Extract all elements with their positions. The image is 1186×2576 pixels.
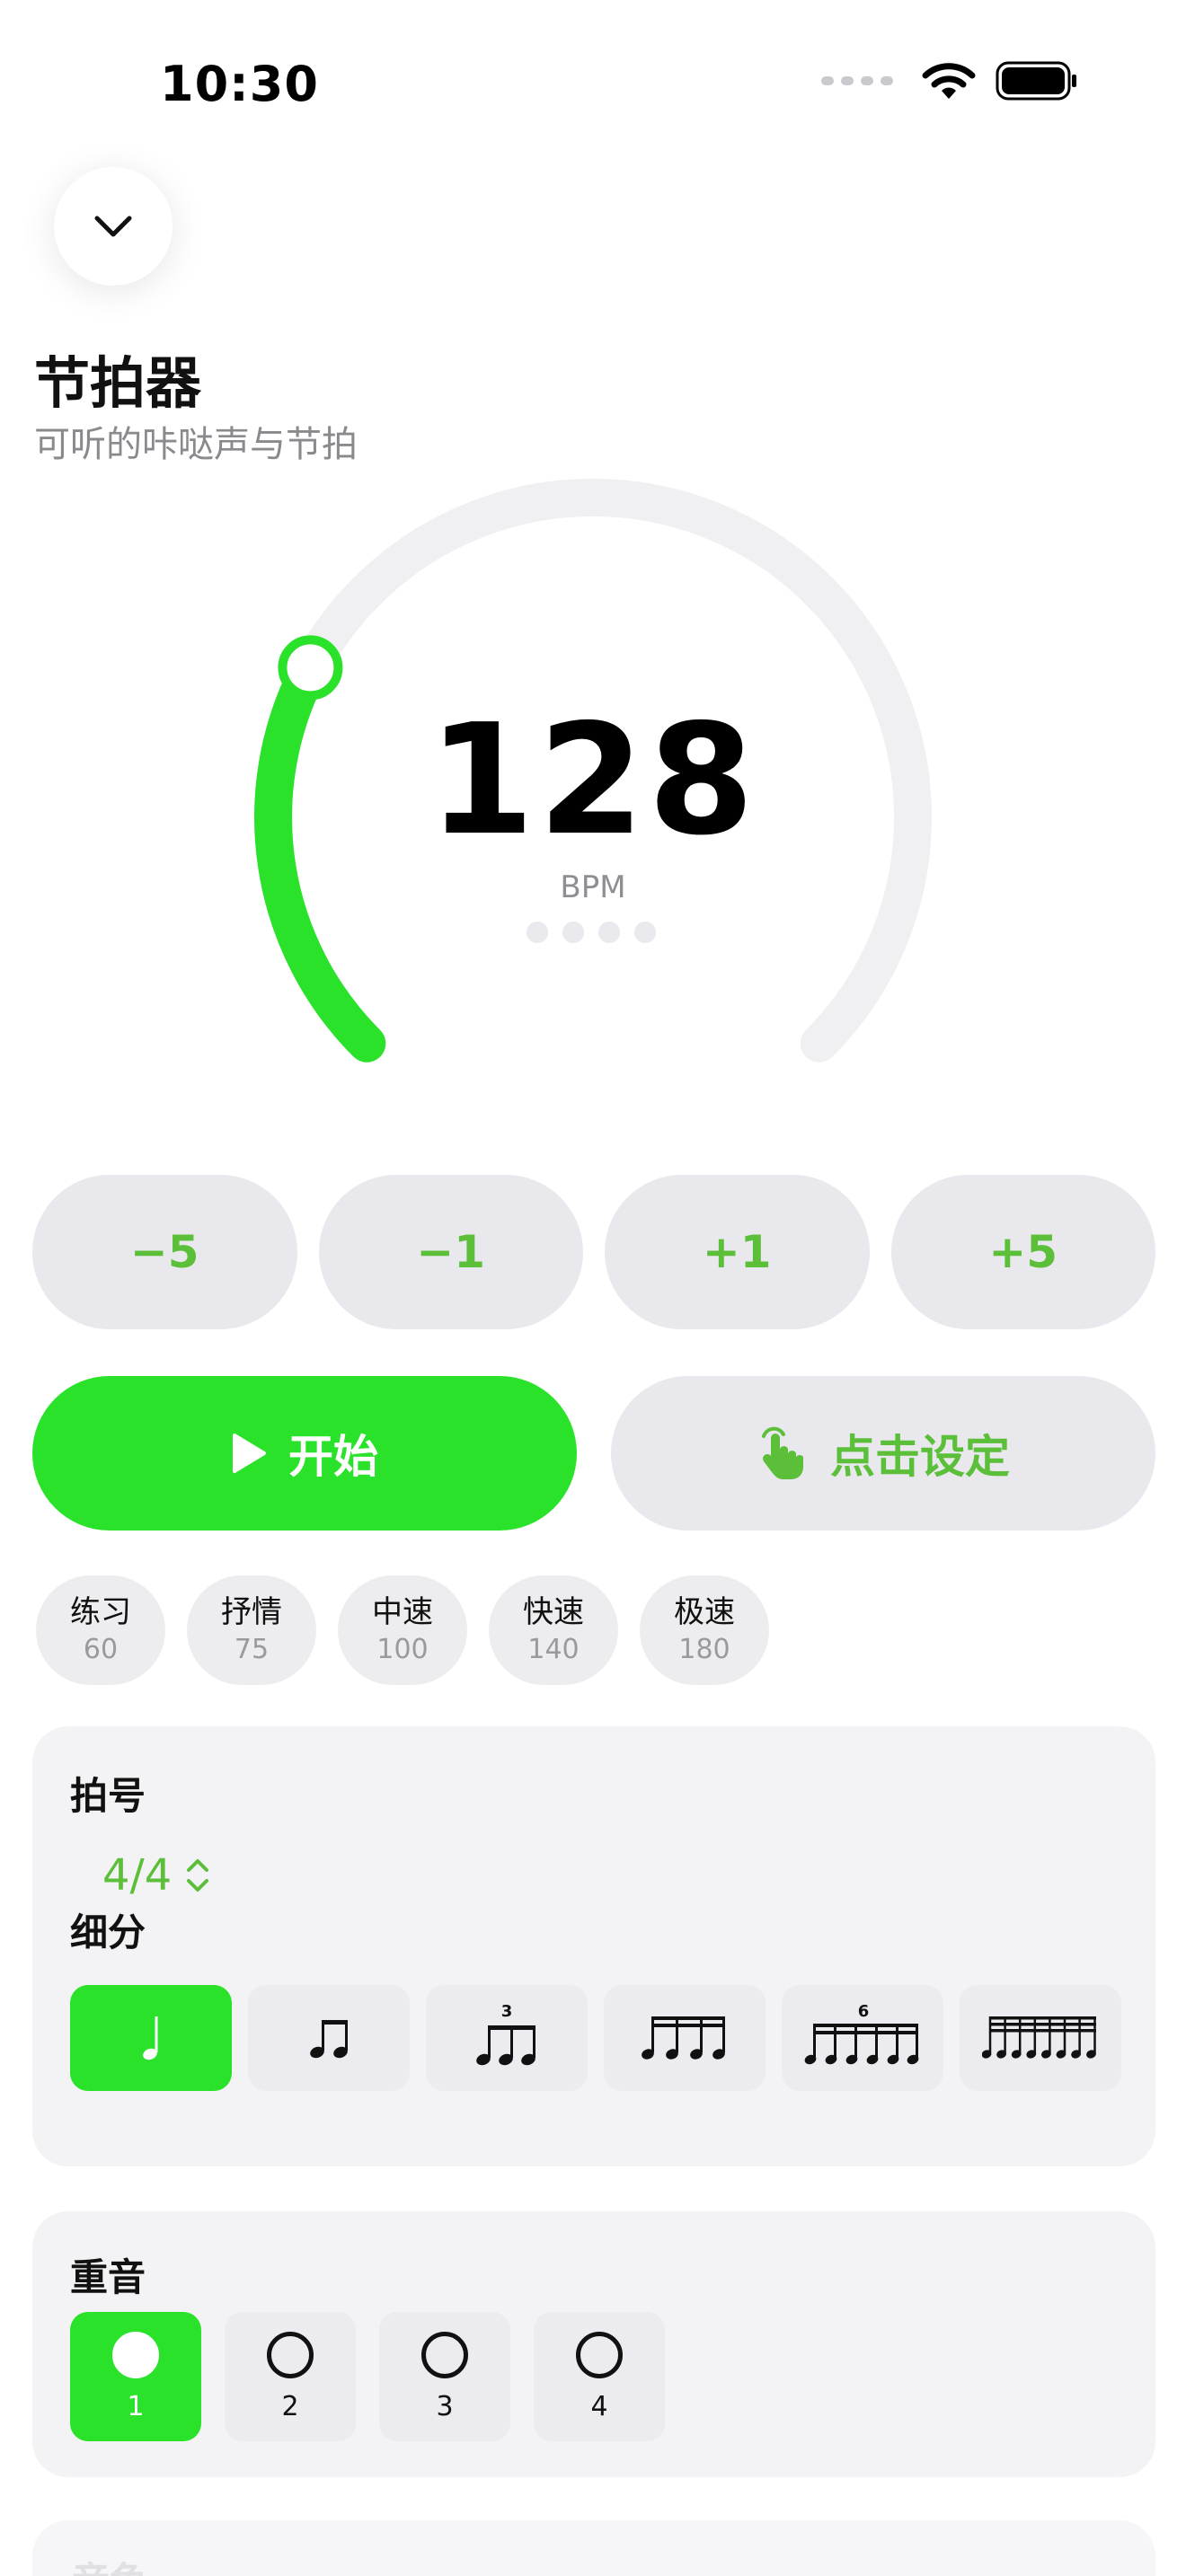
- triplet-icon: 3: [476, 2002, 535, 2066]
- minus-5-button[interactable]: −5: [32, 1175, 297, 1329]
- sound-card: 音色: [32, 2520, 1155, 2576]
- bpm-value: 128: [428, 692, 758, 869]
- accent-circle-icon: [421, 2331, 468, 2378]
- subdivision-eighth[interactable]: [248, 1985, 410, 2091]
- plus-1-button[interactable]: +1: [605, 1175, 870, 1329]
- thirty-second-notes-icon: [982, 2016, 1096, 2059]
- accent-beat-4[interactable]: 4: [534, 2312, 665, 2441]
- eighth-notes-icon: [310, 2020, 348, 2059]
- cellular-signal-icon: [821, 76, 893, 85]
- rhythm-card: 拍号 4/4 细分 3 6: [32, 1726, 1155, 2166]
- beat-dot: [527, 922, 548, 943]
- accent-beat-number: 3: [436, 2390, 454, 2422]
- sound-label: 音色: [72, 2551, 147, 2576]
- dial-handle[interactable]: [278, 635, 343, 701]
- accent-beat-3[interactable]: 3: [379, 2312, 510, 2441]
- minus-1-button[interactable]: −1: [318, 1175, 583, 1329]
- preset-name: 练习: [70, 1594, 131, 1630]
- sixteenth-notes-icon: [642, 2016, 725, 2060]
- accent-beat-number: 2: [281, 2390, 299, 2422]
- subdivision-sextuplet[interactable]: 6: [782, 1985, 943, 2091]
- time-signature-value: 4/4: [102, 1850, 173, 1901]
- accent-beat-1[interactable]: 1: [70, 2312, 201, 2441]
- sextuplet-icon: 6: [804, 2002, 919, 2065]
- wifi-icon: [922, 63, 976, 99]
- play-icon: [233, 1434, 266, 1473]
- tap-tempo-button[interactable]: 点击设定: [611, 1376, 1155, 1531]
- bpm-unit: BPM: [560, 869, 626, 905]
- tempo-step-buttons: −5 −1 +1 +5: [32, 1175, 1155, 1329]
- battery-icon: [996, 61, 1076, 101]
- collapse-button[interactable]: [54, 167, 173, 286]
- status-icons: [821, 61, 1078, 101]
- status-time: 10:30: [160, 56, 319, 112]
- preset-bpm: 60: [83, 1634, 119, 1665]
- page-title: 节拍器: [34, 350, 202, 416]
- preset-bpm: 140: [527, 1634, 580, 1665]
- accent-circle-icon: [112, 2331, 159, 2378]
- preset-name: 极速: [674, 1594, 735, 1630]
- accent-label: 重音: [70, 2255, 146, 2299]
- page-subtitle: 可听的咔哒声与节拍: [34, 424, 358, 465]
- plus-5-button[interactable]: +5: [890, 1175, 1155, 1329]
- quarter-note-icon: [143, 2016, 158, 2060]
- beat-dot: [598, 922, 620, 943]
- preset-name: 快速: [523, 1594, 584, 1630]
- accent-beat-number: 1: [127, 2390, 145, 2422]
- accent-circle-icon: [576, 2331, 623, 2378]
- preset-ballad[interactable]: 抒情 75: [187, 1575, 316, 1685]
- preset-fast[interactable]: 快速 140: [489, 1575, 618, 1685]
- accent-beats: 1 2 3 4: [70, 2312, 665, 2441]
- tempo-presets: 练习 60 抒情 75 中速 100 快速 140 极速 180: [36, 1575, 769, 1685]
- accent-circle-icon: [267, 2331, 314, 2378]
- accent-card: 重音 1 2 3 4: [32, 2211, 1155, 2477]
- preset-name: 抒情: [221, 1594, 282, 1630]
- tap-hand-icon: [762, 1426, 803, 1479]
- accent-beat-2[interactable]: 2: [225, 2312, 356, 2441]
- beat-dot: [562, 922, 584, 943]
- beat-dot: [634, 922, 656, 943]
- tuplet-number: 6: [858, 2002, 870, 2021]
- preset-bpm: 100: [376, 1634, 429, 1665]
- tuplet-number: 3: [501, 2002, 513, 2021]
- preset-name: 中速: [372, 1594, 433, 1630]
- preset-extreme[interactable]: 极速 180: [640, 1575, 769, 1685]
- preset-bpm: 75: [234, 1634, 270, 1665]
- subdivision-thirty-second[interactable]: [960, 1985, 1121, 2091]
- beat-indicator: [527, 922, 656, 943]
- start-label: 开始: [288, 1431, 378, 1483]
- preset-practice[interactable]: 练习 60: [36, 1575, 165, 1685]
- start-button[interactable]: 开始: [32, 1376, 577, 1531]
- subdivision-quarter[interactable]: [70, 1985, 232, 2091]
- preset-moderate[interactable]: 中速 100: [338, 1575, 467, 1685]
- subdivision-sixteenth[interactable]: [604, 1985, 766, 2091]
- subdivision-options: 3 6: [70, 1985, 1121, 2091]
- accent-beat-number: 4: [590, 2390, 608, 2422]
- time-signature-picker[interactable]: 4/4: [102, 1850, 211, 1901]
- chevron-up-down-icon: [187, 1859, 209, 1892]
- subdivision-label: 细分: [70, 1910, 146, 1954]
- time-signature-label: 拍号: [70, 1774, 146, 1818]
- preset-bpm: 180: [678, 1634, 730, 1665]
- chevron-down-icon: [94, 216, 132, 237]
- tap-label: 点击设定: [830, 1431, 1010, 1483]
- status-bar: 10:30: [0, 0, 1186, 171]
- subdivision-triplet[interactable]: 3: [426, 1985, 588, 2091]
- main-actions: 开始 点击设定: [32, 1376, 1155, 1531]
